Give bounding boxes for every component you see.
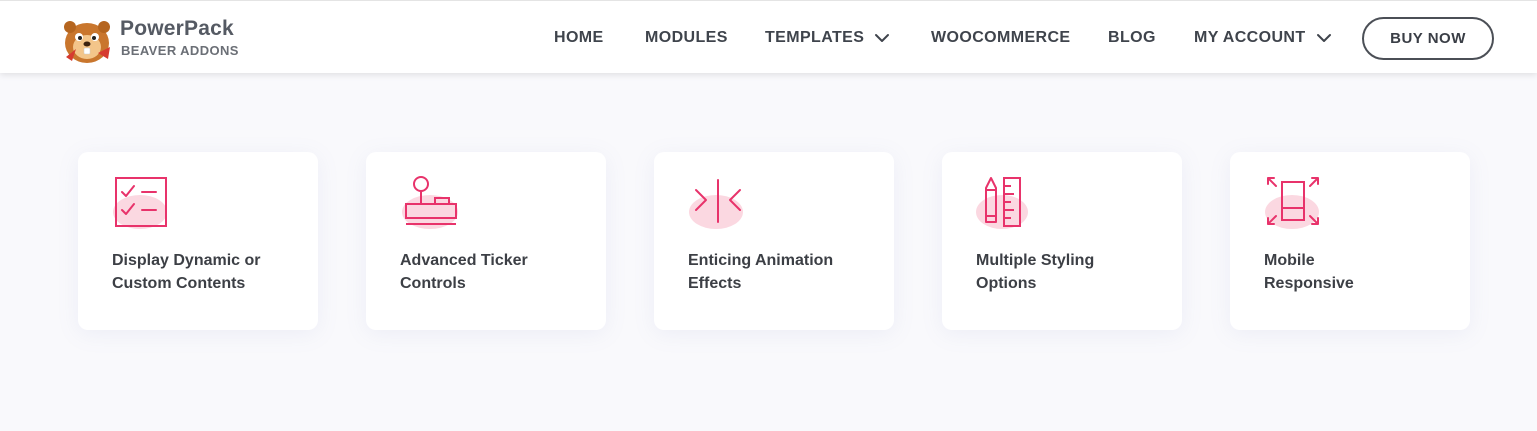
nav-modules[interactable]: MODULES — [645, 28, 728, 48]
nav-my-account[interactable]: MY ACCOUNT — [1194, 28, 1332, 48]
beaver-mascot-icon — [64, 21, 110, 63]
nav-modules-label: MODULES — [645, 29, 728, 46]
nav-templates-label: TEMPLATES — [765, 29, 865, 46]
feature-title-line2: Effects — [688, 275, 742, 292]
nav-woocommerce[interactable]: WOOCOMMERCE — [931, 28, 1071, 48]
logo-title: PowerPack — [120, 17, 234, 40]
feature-card: Display Dynamic or Custom Contents — [78, 152, 318, 330]
nav-templates[interactable]: TEMPLATES — [765, 28, 890, 48]
feature-title-line1: Display Dynamic or — [112, 252, 261, 269]
feature-title-line2: Custom Contents — [112, 275, 246, 292]
feature-card: Mobile Responsive — [1230, 152, 1470, 330]
nav-home[interactable]: HOME — [554, 28, 604, 48]
nav-blog-label: BLOG — [1108, 29, 1156, 46]
feature-title: Advanced Ticker Controls — [400, 249, 590, 295]
feature-title-line1: Multiple Styling — [976, 252, 1095, 269]
feature-title-line1: Advanced Ticker — [400, 252, 528, 269]
animation-arrows-icon — [689, 179, 743, 229]
nav-blog[interactable]: BLOG — [1108, 28, 1156, 48]
feature-card: Enticing Animation Effects — [654, 152, 894, 330]
nav-woocommerce-label: WOOCOMMERCE — [931, 29, 1071, 46]
feature-card: Multiple Styling Options — [942, 152, 1182, 330]
checklist-icon — [113, 177, 167, 229]
site-logo[interactable]: PowerPack BEAVER ADDONS — [58, 13, 258, 65]
mobile-expand-icon — [1265, 177, 1319, 229]
nav-my-account-label: MY ACCOUNT — [1194, 29, 1306, 46]
feature-title-line1: Mobile — [1264, 252, 1315, 269]
feature-title: Multiple Styling Options — [976, 249, 1166, 295]
site-header: PowerPack BEAVER ADDONS HOME MODULES TEM… — [0, 0, 1537, 73]
chevron-down-icon — [875, 34, 890, 42]
feature-card: Advanced Ticker Controls — [366, 152, 606, 330]
logo-subtitle: BEAVER ADDONS — [121, 43, 239, 58]
feature-title-line2: Options — [976, 275, 1037, 292]
joystick-icon — [402, 176, 458, 229]
feature-title: Enticing Animation Effects — [688, 249, 878, 295]
chevron-down-icon — [1316, 34, 1331, 42]
feature-title-line1: Enticing Animation — [688, 252, 834, 269]
buy-now-button[interactable]: BUY NOW — [1362, 17, 1494, 60]
feature-title: Mobile Responsive — [1264, 249, 1454, 295]
feature-title: Display Dynamic or Custom Contents — [112, 249, 302, 295]
feature-title-line2: Responsive — [1264, 275, 1354, 292]
feature-title-line2: Controls — [400, 275, 466, 292]
pencil-ruler-icon — [976, 177, 1028, 229]
nav-home-label: HOME — [554, 29, 604, 46]
